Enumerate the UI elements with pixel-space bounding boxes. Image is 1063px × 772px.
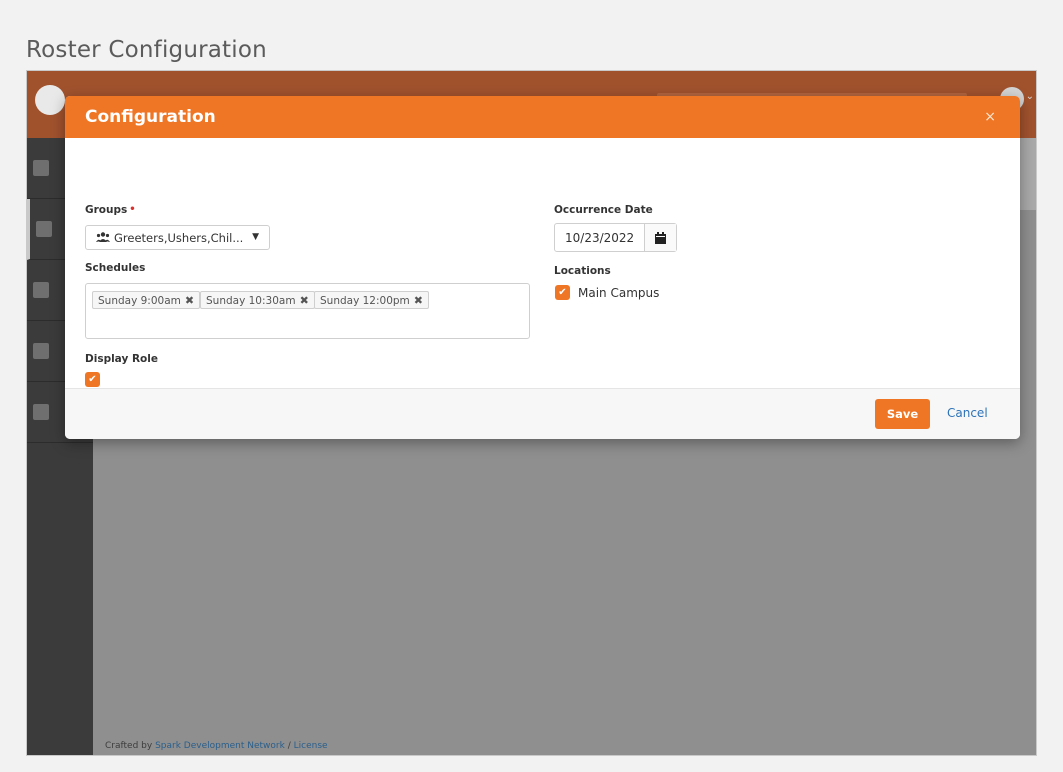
main-campus-checkbox[interactable]: ✔ <box>555 285 570 300</box>
configuration-modal: Configuration × Groups • Greeters,Ushers,… <box>65 96 1020 439</box>
briefcase-icon <box>33 404 49 420</box>
footer-credit: Crafted by Spark Development Network / L… <box>105 741 328 751</box>
caret-down-icon: ▼ <box>252 232 259 242</box>
save-button[interactable]: Save <box>875 399 930 429</box>
schedule-tag-label: Sunday 10:30am <box>206 295 296 307</box>
spark-link[interactable]: Spark Development Network <box>155 741 285 751</box>
schedules-picker[interactable]: Sunday 9:00am ✖ Sunday 10:30am ✖ Sunday 12… <box>85 283 530 339</box>
money-icon <box>33 282 49 298</box>
required-indicator: • <box>129 204 136 215</box>
license-link[interactable]: License <box>294 741 328 751</box>
modal-header: Configuration × <box>65 96 1020 138</box>
schedule-tag: Sunday 9:00am ✖ <box>92 291 201 309</box>
modal-title: Configuration <box>85 107 216 127</box>
wrench-icon <box>33 343 49 359</box>
schedule-tag: Sunday 12:00pm ✖ <box>314 291 429 309</box>
schedule-tag-label: Sunday 12:00pm <box>320 295 410 307</box>
groups-value: Greeters,Ushers,Chil... <box>114 231 244 245</box>
remove-tag-icon[interactable]: ✖ <box>300 294 309 307</box>
calendar-icon[interactable] <box>644 224 676 251</box>
groups-label-text: Groups <box>85 204 128 216</box>
modal-body: Groups • Greeters,Ushers,Chil... ▼ Schedu… <box>65 138 1020 388</box>
groups-label: Groups • <box>85 204 136 216</box>
person-icon <box>36 221 52 237</box>
groups-picker[interactable]: Greeters,Ushers,Chil... ▼ <box>85 225 270 250</box>
display-role-checkbox[interactable]: ✔ <box>85 372 100 387</box>
document-icon <box>33 160 49 176</box>
main-campus-label: Main Campus <box>578 286 660 300</box>
modal-footer: Save Cancel <box>65 388 1020 439</box>
chevron-down-icon[interactable]: ⌄ <box>1026 91 1034 102</box>
schedule-tag: Sunday 10:30am ✖ <box>200 291 315 309</box>
users-icon <box>96 231 110 245</box>
cancel-button[interactable]: Cancel <box>947 406 988 420</box>
rock-logo-icon[interactable] <box>35 85 65 115</box>
schedules-label: Schedules <box>85 262 146 274</box>
occurrence-date-value: 10/23/2022 <box>565 231 635 245</box>
footer-separator: / <box>287 741 291 751</box>
page-title: Roster Configuration <box>26 37 267 63</box>
occurrence-date-field[interactable]: 10/23/2022 <box>554 223 677 252</box>
locations-label: Locations <box>554 265 611 277</box>
schedule-tag-label: Sunday 9:00am <box>98 295 181 307</box>
remove-tag-icon[interactable]: ✖ <box>414 294 423 307</box>
remove-tag-icon[interactable]: ✖ <box>185 294 194 307</box>
occurrence-date-label: Occurrence Date <box>554 204 653 216</box>
display-role-label: Display Role <box>85 353 158 365</box>
close-icon[interactable]: × <box>984 109 996 125</box>
footer-prefix: Crafted by <box>105 741 153 751</box>
